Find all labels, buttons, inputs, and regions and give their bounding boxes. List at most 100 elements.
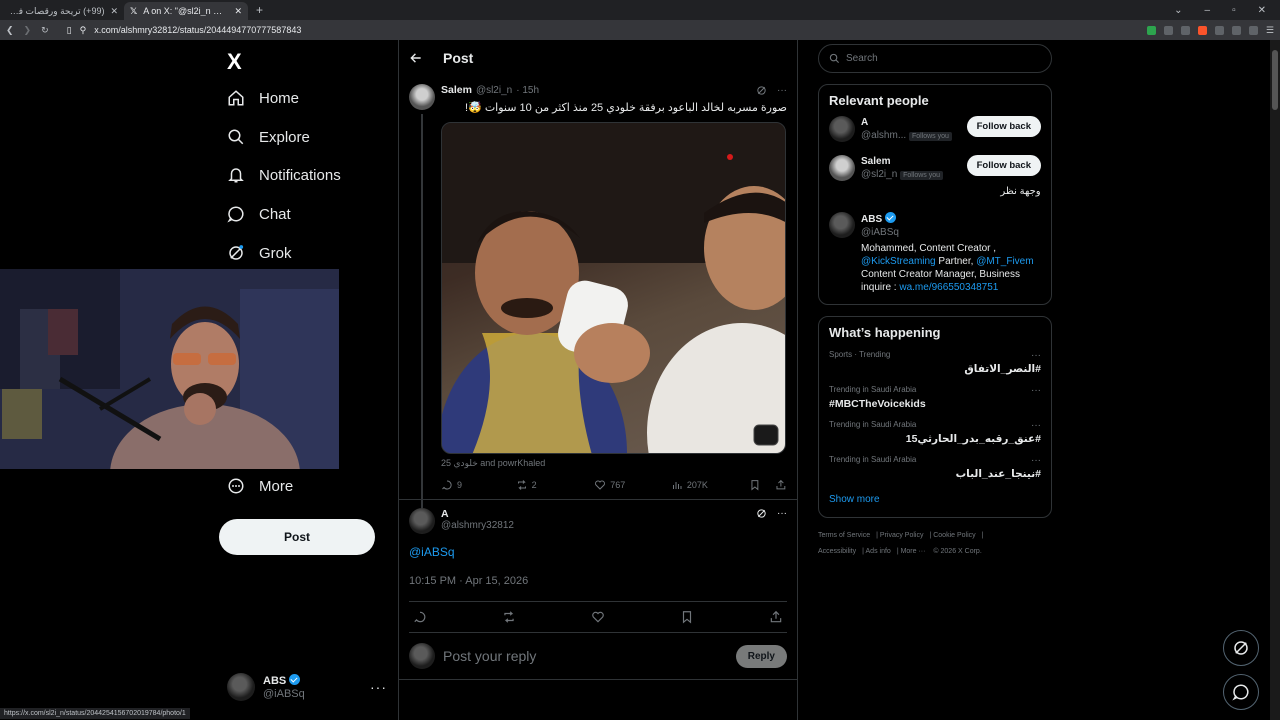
- more-dots-icon[interactable]: ···: [370, 679, 387, 695]
- back-icon[interactable]: ❮: [6, 25, 14, 36]
- bio-link[interactable]: wa.me/966550348751: [899, 282, 998, 293]
- person-handle[interactable]: @alshm...: [861, 130, 906, 141]
- footer-link[interactable]: Terms of Service: [818, 532, 870, 539]
- author-handle[interactable]: @sl2i_n: [476, 85, 512, 96]
- person-row[interactable]: ABS @iABSq Mohammed, Content Creator , @…: [829, 212, 1041, 294]
- person-name[interactable]: A: [861, 117, 868, 128]
- avatar[interactable]: [829, 212, 855, 238]
- footer-link[interactable]: Cookie Policy: [933, 532, 975, 539]
- new-tab-button[interactable]: +: [248, 3, 271, 17]
- reply-mention[interactable]: @iABSq: [399, 545, 797, 559]
- scrollbar-thumb[interactable]: [1272, 50, 1278, 110]
- reload-icon[interactable]: ↻: [41, 25, 49, 36]
- footer-link[interactable]: Ads info: [866, 548, 891, 555]
- nav-item-explore[interactable]: Explore: [227, 125, 310, 149]
- more-dots-icon[interactable]: ···: [1031, 385, 1041, 396]
- x-logo[interactable]: X: [227, 49, 242, 75]
- forward-icon[interactable]: ❯: [24, 25, 32, 36]
- bio-mention[interactable]: @KickStreaming: [861, 256, 936, 267]
- views-action[interactable]: 207K: [671, 479, 748, 491]
- media-tags[interactable]: خلودي 25 and powrKhaled: [441, 458, 787, 469]
- back-arrow-icon[interactable]: [409, 51, 423, 65]
- follow-back-button[interactable]: Follow back: [966, 155, 1041, 176]
- heart-icon[interactable]: [591, 610, 605, 624]
- author-name[interactable]: A: [441, 508, 449, 520]
- more-dots-icon[interactable]: ···: [1031, 420, 1041, 431]
- trend-item[interactable]: Sports · Trending #النصر_الاتفاق ···: [829, 350, 1041, 375]
- extension-icon[interactable]: [1180, 25, 1190, 35]
- repost-action[interactable]: 2: [516, 479, 595, 491]
- chevron-down-icon[interactable]: ⌄: [1174, 5, 1182, 16]
- person-name[interactable]: ABS: [861, 214, 882, 225]
- person-name[interactable]: Salem: [861, 156, 890, 167]
- trend-item[interactable]: Trending in Saudi Arabia #MBCTheVoicekid…: [829, 385, 1041, 410]
- bookmark-icon[interactable]: [680, 610, 694, 624]
- show-more-link[interactable]: Show more: [829, 494, 1041, 505]
- menu-icon[interactable]: ☰: [1266, 25, 1274, 36]
- author-name[interactable]: Salem: [441, 84, 472, 96]
- grok-icon[interactable]: [756, 85, 767, 96]
- extension-icon[interactable]: [1214, 25, 1224, 35]
- nav-item-more[interactable]: More: [227, 474, 293, 498]
- share-icon[interactable]: [769, 610, 783, 624]
- person-row[interactable]: Salem @sl2i_n Follows you وجهة نظر Follo…: [829, 155, 1041, 198]
- extension-icon[interactable]: [1163, 25, 1173, 35]
- nav-item-grok[interactable]: Grok: [227, 241, 292, 265]
- footer-link[interactable]: Privacy Policy: [880, 532, 924, 539]
- maximize-icon[interactable]: ▫: [1232, 5, 1236, 16]
- follow-back-button[interactable]: Follow back: [966, 116, 1041, 137]
- more-dots-icon[interactable]: ···: [777, 508, 787, 519]
- trend-item[interactable]: Trending in Saudi Arabia #عنق_رقبه_بدر_ا…: [829, 420, 1041, 445]
- person-row[interactable]: A @alshm... Follows you Follow back: [829, 116, 1041, 143]
- more-dots-icon[interactable]: ···: [1031, 350, 1041, 361]
- reply-timestamp[interactable]: 10:15 PM · Apr 15, 2026: [399, 575, 797, 587]
- page-scrollbar[interactable]: [1270, 40, 1280, 720]
- chat-fab[interactable]: [1223, 674, 1259, 710]
- person-handle[interactable]: @iABSq: [861, 226, 1041, 239]
- reply-button[interactable]: Reply: [735, 644, 787, 668]
- address-bar[interactable]: ▯ ⚲ x.com/alshmry32812/status/2044494770…: [59, 22, 1137, 38]
- extension-icon[interactable]: [1146, 25, 1156, 35]
- search-input[interactable]: Search: [818, 44, 1052, 73]
- reply-action[interactable]: 9: [441, 479, 516, 491]
- footer-link[interactable]: More ···: [901, 548, 926, 555]
- repost-icon[interactable]: [502, 610, 516, 624]
- avatar[interactable]: [829, 155, 855, 181]
- bio-mention[interactable]: @MT_Fivem: [976, 256, 1033, 267]
- close-tab-icon[interactable]: ✕: [110, 6, 118, 17]
- extension-icon[interactable]: [1197, 25, 1207, 35]
- author-handle[interactable]: @alshmry32812: [441, 520, 514, 531]
- reply-icon[interactable]: [413, 610, 427, 624]
- reply-input[interactable]: Post your reply: [443, 648, 728, 664]
- tweet-time[interactable]: · 15h: [516, 85, 539, 96]
- grok-icon[interactable]: [756, 508, 767, 519]
- more-dots-icon[interactable]: ···: [777, 85, 787, 96]
- original-tweet[interactable]: Salem @sl2i_n · 15h ··· صورة مسربه لخالد…: [399, 76, 797, 534]
- footer-link[interactable]: Accessibility: [818, 548, 856, 555]
- site-info-icon[interactable]: ⚲: [80, 25, 87, 36]
- avatar[interactable]: [409, 508, 435, 534]
- nav-item-home[interactable]: Home: [227, 86, 299, 110]
- bookmark-icon[interactable]: [749, 479, 761, 491]
- person-handle[interactable]: @sl2i_n: [861, 169, 897, 180]
- grok-fab[interactable]: [1223, 630, 1259, 666]
- account-switcher[interactable]: ABS @iABSq ···: [227, 669, 387, 705]
- nav-item-chat[interactable]: Chat: [227, 202, 291, 226]
- like-action[interactable]: 767: [594, 479, 671, 491]
- browser-tab-active[interactable]: 𝕏 A on X: "@sl2i_n @KLOsOIDE25 ✕: [124, 2, 248, 20]
- avatar[interactable]: [409, 84, 435, 110]
- minimize-icon[interactable]: –: [1205, 5, 1211, 16]
- tweet-media[interactable]: [441, 122, 786, 454]
- bookmark-icon[interactable]: ▯: [67, 25, 72, 36]
- avatar[interactable]: [829, 116, 855, 142]
- more-dots-icon[interactable]: ···: [1031, 455, 1041, 466]
- close-window-icon[interactable]: ✕: [1258, 5, 1266, 16]
- browser-tab[interactable]: (99+) تريحة ورقصات فورتنايت القديمة ✕: [0, 2, 124, 20]
- trend-item[interactable]: Trending in Saudi Arabia #نينجا_عند_البا…: [829, 455, 1041, 480]
- post-button[interactable]: Post: [219, 519, 375, 555]
- share-icon[interactable]: [775, 479, 787, 491]
- extension-icon[interactable]: [1248, 25, 1258, 35]
- close-tab-icon[interactable]: ✕: [234, 6, 242, 17]
- extension-icon[interactable]: [1231, 25, 1241, 35]
- nav-item-notifications[interactable]: Notifications: [227, 163, 341, 187]
